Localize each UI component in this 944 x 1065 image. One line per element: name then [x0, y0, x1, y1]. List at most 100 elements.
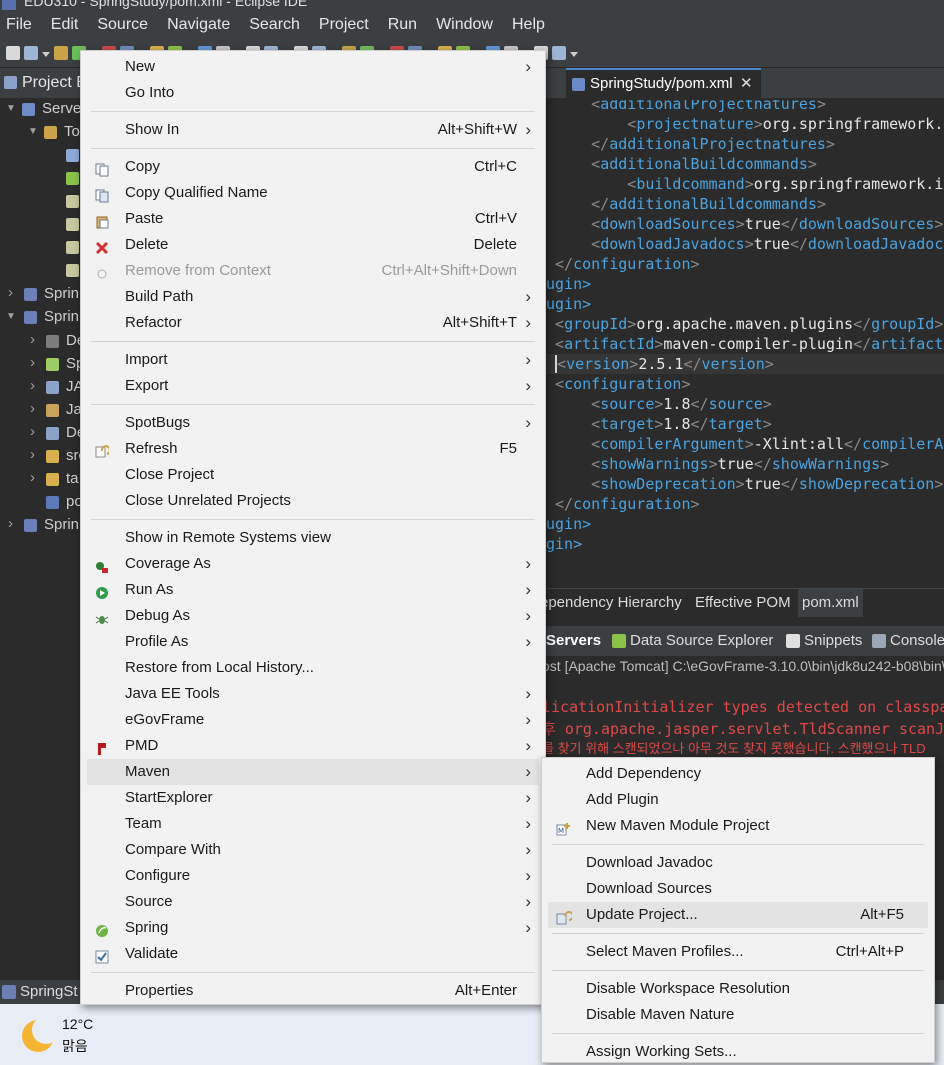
menu-item-add-plugin[interactable]: Add Plugin — [548, 787, 928, 813]
menu-file[interactable]: File — [0, 10, 45, 40]
chevron-down-icon[interactable] — [570, 52, 578, 57]
menu-source[interactable]: Source — [91, 10, 161, 40]
menu-item-close-project[interactable]: Close Project — [87, 462, 539, 488]
project-explorer-tab[interactable]: Project E — [0, 68, 80, 98]
menu-item-profile-as[interactable]: Profile As › — [87, 629, 539, 655]
view-tab-servers[interactable]: Servers — [546, 626, 601, 656]
collapsed-arrow-icon[interactable]: › — [8, 515, 13, 532]
tree-node[interactable]: ▼ Sprin — [0, 306, 80, 328]
view-tab-data-source-explorer[interactable]: Data Source Explorer — [612, 626, 773, 656]
tree-node[interactable]: › ta — [0, 468, 80, 490]
collapsed-arrow-icon[interactable]: › — [30, 469, 35, 486]
pom-tab-2[interactable]: pom.xml — [798, 589, 863, 617]
menu-item-show-in[interactable]: Show In Alt+Shift+W › — [87, 117, 539, 143]
menu-item-close-unrelated-projects[interactable]: Close Unrelated Projects — [87, 488, 539, 514]
menu-item-spotbugs[interactable]: SpotBugs › — [87, 410, 539, 436]
menu-item-properties[interactable]: Properties Alt+Enter — [87, 978, 539, 1004]
menu-item-copy[interactable]: Copy Ctrl+C — [87, 154, 539, 180]
menu-item-spring[interactable]: Spring › — [87, 915, 539, 941]
tree-node[interactable]: › Sp — [0, 353, 80, 375]
tree-node[interactable] — [0, 236, 80, 258]
chevron-down-icon[interactable] — [42, 52, 50, 57]
menu-item-maven[interactable]: Maven › — [87, 759, 539, 785]
tree-node[interactable] — [0, 190, 80, 212]
tree-node[interactable]: › Sprin — [0, 514, 80, 536]
tree-node[interactable] — [0, 144, 80, 166]
tree-node[interactable] — [0, 259, 80, 281]
menu-item-run-as[interactable]: Run As › — [87, 577, 539, 603]
menu-item-egovframe[interactable]: eGovFrame › — [87, 707, 539, 733]
menu-item-new[interactable]: New › — [87, 54, 539, 80]
bottom-strip-label[interactable]: SpringSt — [20, 980, 78, 1004]
menu-item-delete[interactable]: Delete Delete — [87, 232, 539, 258]
menu-item-download-javadoc[interactable]: Download Javadoc — [548, 850, 928, 876]
menu-item-disable-workspace-resolution[interactable]: Disable Workspace Resolution — [548, 976, 928, 1002]
tree-node[interactable]: ▼ Serve — [0, 98, 80, 120]
tree-node[interactable] — [0, 167, 80, 189]
tree-node[interactable]: › De — [0, 422, 80, 444]
close-icon[interactable]: ✕ — [740, 70, 753, 98]
toolbar-icon[interactable] — [552, 46, 566, 60]
menu-item-download-sources[interactable]: Download Sources — [548, 876, 928, 902]
menu-item-new-maven-module-project[interactable]: M New Maven Module Project — [548, 813, 928, 839]
menu-item-compare-with[interactable]: Compare With › — [87, 837, 539, 863]
menu-item-debug-as[interactable]: Debug As › — [87, 603, 539, 629]
tree-node[interactable]: › Jav — [0, 399, 80, 421]
tree-node[interactable]: › Sprin — [0, 283, 80, 305]
menu-item-copy-qualified-name[interactable]: Copy Qualified Name — [87, 180, 539, 206]
menu-item-refactor[interactable]: Refactor Alt+Shift+T › — [87, 310, 539, 336]
collapsed-arrow-icon[interactable]: › — [30, 377, 35, 394]
menu-item-select-maven-profiles[interactable]: Select Maven Profiles... Ctrl+Alt+P — [548, 939, 928, 965]
collapsed-arrow-icon[interactable]: › — [30, 423, 35, 440]
menu-run[interactable]: Run — [382, 10, 430, 40]
menu-item-build-path[interactable]: Build Path › — [87, 284, 539, 310]
toolbar-icon[interactable] — [24, 46, 38, 60]
pom-tab-1[interactable]: Effective POM — [691, 589, 795, 617]
menu-item-add-dependency[interactable]: Add Dependency — [548, 761, 928, 787]
menu-item-pmd[interactable]: PMD › — [87, 733, 539, 759]
expanded-arrow-icon[interactable]: ▼ — [28, 126, 38, 137]
tree-node[interactable]: ▼ To — [0, 121, 80, 143]
editor-tab-pom-xml[interactable]: SpringStudy/pom.xml ✕ — [566, 68, 761, 98]
menu-search[interactable]: Search — [243, 10, 313, 40]
menu-item-update-project[interactable]: Update Project... Alt+F5 — [548, 902, 928, 928]
menu-item-restore-from-local-history[interactable]: Restore from Local History... — [87, 655, 539, 681]
toolbar-icon[interactable] — [6, 46, 20, 60]
menu-item-import[interactable]: Import › — [87, 347, 539, 373]
collapsed-arrow-icon[interactable]: › — [30, 446, 35, 463]
menu-help[interactable]: Help — [506, 10, 558, 40]
menu-item-export[interactable]: Export › — [87, 373, 539, 399]
view-tab-snippets[interactable]: Snippets — [786, 626, 862, 656]
xml-editor[interactable]: <additionalProjectnatures> <projectnatur… — [546, 100, 944, 580]
menu-item-go-into[interactable]: Go Into — [87, 80, 539, 106]
collapsed-arrow-icon[interactable]: › — [30, 331, 35, 348]
tree-node[interactable] — [0, 213, 80, 235]
menu-item-startexplorer[interactable]: StartExplorer › — [87, 785, 539, 811]
menu-item-team[interactable]: Team › — [87, 811, 539, 837]
menu-window[interactable]: Window — [430, 10, 506, 40]
menu-item-paste[interactable]: Paste Ctrl+V — [87, 206, 539, 232]
menu-item-show-in-remote-systems-view[interactable]: Show in Remote Systems view — [87, 525, 539, 551]
menu-edit[interactable]: Edit — [45, 10, 92, 40]
pom-tab-0[interactable]: ependency Hierarchy — [536, 589, 686, 617]
menu-project[interactable]: Project — [313, 10, 382, 40]
expanded-arrow-icon[interactable]: ▼ — [6, 311, 16, 322]
tree-node[interactable]: › src — [0, 445, 80, 467]
menu-item-disable-maven-nature[interactable]: Disable Maven Nature — [548, 1002, 928, 1028]
menu-item-assign-working-sets[interactable]: Assign Working Sets... — [548, 1039, 928, 1065]
menu-navigate[interactable]: Navigate — [161, 10, 243, 40]
collapsed-arrow-icon[interactable]: › — [8, 284, 13, 301]
menu-item-validate[interactable]: Validate — [87, 941, 539, 967]
expanded-arrow-icon[interactable]: ▼ — [6, 103, 16, 114]
collapsed-arrow-icon[interactable]: › — [30, 354, 35, 371]
menu-item-source[interactable]: Source › — [87, 889, 539, 915]
tree-node[interactable]: › De — [0, 330, 80, 352]
menu-item-java-ee-tools[interactable]: Java EE Tools › — [87, 681, 539, 707]
toolbar-icon[interactable] — [54, 46, 68, 60]
menu-item-coverage-as[interactable]: Coverage As › — [87, 551, 539, 577]
menu-item-configure[interactable]: Configure › — [87, 863, 539, 889]
tree-node[interactable]: po — [0, 491, 80, 513]
menu-item-refresh[interactable]: Refresh F5 — [87, 436, 539, 462]
collapsed-arrow-icon[interactable]: › — [30, 400, 35, 417]
view-tab-console[interactable]: Console — [872, 626, 944, 656]
